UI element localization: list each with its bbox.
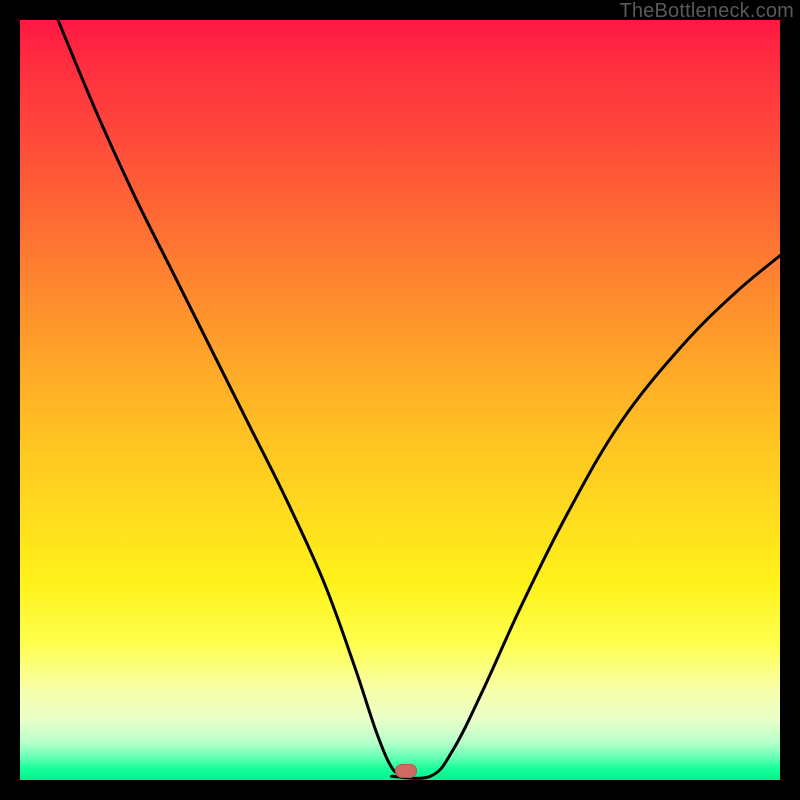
- bottleneck-marker: [395, 764, 417, 778]
- plot-background-gradient: [20, 20, 780, 780]
- plot-frame: [20, 20, 780, 780]
